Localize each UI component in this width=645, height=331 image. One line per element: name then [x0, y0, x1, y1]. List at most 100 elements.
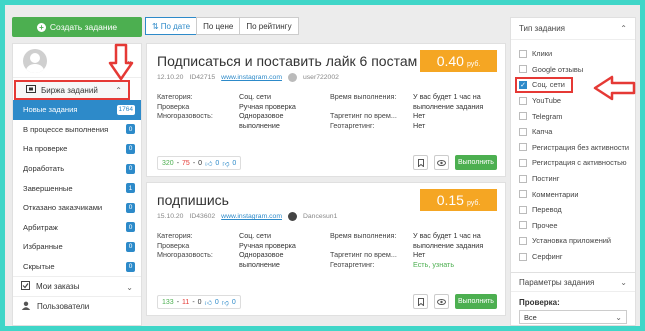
checkbox[interactable] — [519, 65, 527, 74]
task-type-header[interactable]: Тип задания ⌃ — [511, 18, 635, 40]
chevron-down-icon: ⌄ — [126, 283, 133, 293]
chevron-up-icon: ⌃ — [115, 86, 122, 95]
task-title[interactable]: Подписаться и поставить лайк 6 постам — [157, 53, 417, 69]
checkbox[interactable] — [519, 174, 527, 183]
page: + Создать задание ⇅ По дате По цене По р… — [5, 5, 640, 326]
filter-other[interactable]: Прочее — [511, 218, 635, 234]
task-meta: 12.10.20 ID42715 www.instagram.com user7… — [157, 73, 339, 82]
exchange-icon — [26, 85, 36, 95]
users-icon — [21, 301, 31, 312]
filter-clicks[interactable]: Клики — [511, 46, 635, 62]
thumbs-up-icon: 👍︎ — [205, 160, 213, 168]
task-card: подпишись 0.15 руб. 15.10.20 ID43602 www.… — [146, 182, 506, 316]
task-params-header[interactable]: Параметры задания ⌄ — [511, 272, 635, 293]
checkbox[interactable] — [519, 252, 527, 261]
site-link[interactable]: www.instagram.com — [221, 213, 282, 220]
task-info-left: Категория: Соц. сети Проверка Ручная прове… — [157, 231, 296, 269]
run-task-button[interactable]: Выполнить — [455, 294, 497, 309]
chevron-up-icon: ⌃ — [620, 24, 627, 33]
checkbox[interactable] — [519, 236, 527, 245]
filter-captcha[interactable]: Капча — [511, 124, 635, 140]
count-badge: 0 — [126, 261, 135, 272]
plus-icon: + — [36, 22, 46, 32]
checkbox-icon — [21, 281, 30, 292]
run-task-button[interactable]: Выполнить — [455, 155, 497, 170]
checkbox[interactable] — [519, 96, 527, 105]
task-stats: 320 - 75 - 0 👍︎ 0 👎︎ 0 — [157, 156, 242, 170]
sidebar-item-rejected[interactable]: Отказано заказчиками 0 — [13, 198, 141, 218]
sidebar-item-completed[interactable]: Завершенные 1 — [13, 178, 141, 198]
sidebar-item-arbitration[interactable]: Арбитраж 0 — [13, 218, 141, 238]
task-stats: 133 - 11 - 0 👍︎ 0 👎︎ 0 — [157, 295, 241, 309]
filter-reg-no-activity[interactable]: Регистрация без активности — [511, 140, 635, 156]
count-badge: 0 — [126, 241, 135, 252]
create-task-button[interactable]: + Создать задание — [12, 17, 142, 37]
create-task-label: Создать задание — [49, 22, 118, 32]
sidebar-item-rework[interactable]: Доработать 0 — [13, 159, 141, 179]
sidebar-section-task-exchange[interactable]: Биржа заданий ⌃ — [14, 80, 130, 100]
chevron-down-icon: ⌄ — [620, 278, 627, 288]
thumbs-up-icon: 👍︎ — [204, 299, 212, 307]
author-name[interactable]: user722002 — [303, 74, 339, 81]
hide-button[interactable] — [434, 155, 449, 170]
site-link[interactable]: www.instagram.com — [221, 74, 282, 81]
checkbox[interactable] — [519, 49, 527, 58]
checkbox[interactable] — [519, 143, 527, 152]
checkbox-checked[interactable]: ✓ — [519, 80, 527, 89]
filter-social[interactable]: ✓ Соц. сети — [515, 77, 573, 93]
task-meta: 15.10.20 ID43602 www.instagram.com Dance… — [157, 212, 338, 221]
checkbox[interactable] — [519, 158, 527, 167]
eye-icon — [437, 159, 446, 166]
annotation-arrow-left-icon — [593, 75, 636, 101]
checkbox[interactable] — [519, 190, 527, 199]
checkbox[interactable] — [519, 221, 527, 230]
thumbs-down-icon: 👎︎ — [221, 299, 229, 307]
count-badge: 0 — [126, 202, 135, 213]
count-badge: 0 — [126, 124, 135, 135]
avatar[interactable] — [23, 49, 47, 73]
bookmark-icon — [417, 158, 424, 167]
sidebar-item-my-orders[interactable]: Мои заказы ⌄ — [13, 276, 141, 296]
author-name[interactable]: Dancesun1 — [303, 213, 337, 220]
filter-translation[interactable]: Перевод — [511, 202, 635, 218]
filter-telegram[interactable]: Telegram — [511, 108, 635, 124]
sidebar-item-users[interactable]: Пользователи — [13, 296, 141, 316]
bookmark-icon — [417, 297, 424, 306]
price-badge: 0.15 руб. — [420, 189, 497, 211]
thumbs-down-icon: 👎︎ — [222, 160, 230, 168]
sidebar-section-label: Биржа заданий — [41, 85, 98, 95]
sort-by-rating[interactable]: По рейтингу — [239, 17, 299, 35]
filter-panel: Тип задания ⌃ Клики Google отзывы ✓ Соц. … — [510, 17, 636, 326]
checkbox[interactable] — [519, 112, 527, 121]
sidebar-item-in-progress[interactable]: В процессе выполнения 0 — [13, 120, 141, 140]
count-badge: 0 — [126, 222, 135, 233]
sidebar-item-favorites[interactable]: Избранные 0 — [13, 237, 141, 257]
checkbox[interactable] — [519, 127, 527, 136]
bookmark-button[interactable] — [413, 155, 428, 170]
filter-comments[interactable]: Комментарии — [511, 186, 635, 202]
filter-reg-activity[interactable]: Регистрация с активностью — [511, 155, 635, 171]
filter-surfing[interactable]: Серфинг — [511, 249, 635, 265]
count-badge: 1764 — [116, 104, 135, 115]
filter-app-install[interactable]: Установка приложений — [511, 233, 635, 249]
chevron-down-icon: ⌄ — [615, 313, 622, 323]
task-title[interactable]: подпишись — [157, 192, 229, 208]
check-filter-select[interactable]: Все ⌄ — [519, 310, 627, 325]
sort-by-price[interactable]: По цене — [196, 17, 241, 35]
count-badge: 0 — [126, 143, 135, 154]
task-info-right: Время выполнения: У вас будет 1 час на вы… — [330, 92, 484, 130]
sidebar-item-on-review[interactable]: На проверке 0 — [13, 139, 141, 159]
sort-bar: ⇅ По дате По цене По рейтингу — [145, 17, 299, 35]
sidebar-item-hidden[interactable]: Скрытые 0 — [13, 257, 141, 277]
sort-by-date[interactable]: ⇅ По дате — [145, 17, 198, 35]
checkbox[interactable] — [519, 205, 527, 214]
eye-icon — [437, 298, 446, 305]
sort-icon: ⇅ — [152, 21, 159, 31]
bookmark-button[interactable] — [413, 294, 428, 309]
hide-button[interactable] — [434, 294, 449, 309]
filter-posting[interactable]: Постинг — [511, 171, 635, 187]
user-avatar — [287, 212, 297, 221]
count-badge: 0 — [126, 163, 135, 174]
geo-link[interactable]: Есть, узнать — [413, 260, 454, 270]
sidebar-item-new-tasks[interactable]: Новые задания 1764 — [13, 100, 141, 120]
